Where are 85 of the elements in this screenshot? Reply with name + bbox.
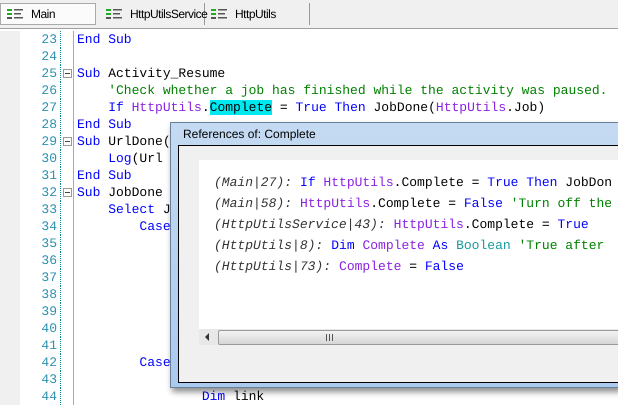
code-text: .Complete = [394,175,480,190]
code-text: End Sub [77,117,132,132]
code-text: 'True after [518,238,604,253]
line-number: 25 [0,65,57,82]
line-number: 26 [0,82,57,99]
line-number: 32 [0,184,57,201]
scroll-left-icon[interactable] [204,333,210,341]
reference-location[interactable]: (HttpUtilsService|43): [214,217,386,232]
code-text: HttpUtils [132,100,202,115]
code-text: As [432,238,450,253]
code-text: True Then [487,175,558,190]
file-tab[interactable]: Main [0,3,96,25]
line-number: 34 [0,218,57,235]
line-number: 24 [0,48,57,65]
code-text: If [107,100,125,115]
line-number: 42 [0,354,57,371]
line-number: 44 [0,388,57,405]
code-text: Dim [331,238,356,253]
reference-location[interactable]: (Main|27): [214,175,292,190]
collapse-icon[interactable] [62,69,72,78]
code-text: Complete [339,259,402,274]
line-number: 33 [0,201,57,218]
line-number: 41 [0,337,57,354]
code-text: link [233,389,264,404]
code-text: Case [138,355,171,370]
module-icon [7,9,23,19]
module-icon [211,9,227,19]
line-number: 35 [0,235,57,252]
line-number: 43 [0,371,57,388]
line-number: 23 [0,31,57,48]
code-text: = [278,100,289,115]
dialog-title: References of: Complete [182,126,317,143]
code-text: 'Check whether a job has finished while the activity was paused. [107,83,608,98]
code-text: HttpUtils [436,100,506,115]
line-number: 40 [0,320,57,337]
module-icon [106,9,122,19]
code-text: Log [107,151,132,166]
line-number: 36 [0,252,57,269]
code-text: JobDone [108,185,163,200]
code-text: Boolean [456,238,512,253]
code-text: HttpUtils [300,196,370,211]
code-text: Complete [210,100,272,115]
collapse-icon[interactable] [62,188,72,197]
code-text: HttpUtils [394,217,464,232]
reference-location[interactable]: (HttpUtils|73): [214,259,332,274]
code-text: Complete [362,238,426,253]
line-number: 28 [0,116,57,133]
code-text: Activity_Resume [108,66,226,81]
code-text: . [202,100,210,115]
line-number: 30 [0,150,57,167]
code-text: .Job) [506,100,546,115]
reference-location[interactable]: (HttpUtils|8): [214,238,324,253]
code-text: 'Turn off the [510,196,612,211]
code-text: Sub [77,185,102,200]
code-text: End Sub [77,168,132,183]
line-number: 27 [0,99,57,116]
code-text: .Complete = [464,217,551,232]
code-text: .Complete = [370,196,458,211]
line-number: 38 [0,286,57,303]
reference-location[interactable]: (Main|58): [214,196,292,211]
code-text: Case [138,219,171,234]
code-text: Dim [200,389,226,404]
grip-icon [326,334,333,340]
line-number: 37 [0,269,57,286]
line-number: 29 [0,133,57,150]
code-text: False [424,259,464,274]
code-text: If [300,175,317,190]
code-text: True Then [295,100,367,115]
code-text: True [557,217,589,232]
code-text: Sub [77,134,102,149]
code-text: J [162,202,171,217]
code-text: JobDon [565,175,612,190]
line-number: 39 [0,303,57,320]
code-text: (Url [132,151,163,166]
code-text: End Sub [77,32,132,47]
code-text: Sub [77,66,102,81]
collapse-icon[interactable] [62,137,72,146]
code-text: JobDone( [373,100,436,115]
code-text: Select [107,202,156,217]
code-text: False [464,196,504,211]
code-text: HttpUtils [323,175,394,190]
code-text: UrlDone( [108,134,171,149]
file-tab[interactable]: HttpUtilsService [100,3,205,25]
code-text: = [408,259,418,274]
line-number: 31 [0,167,57,184]
